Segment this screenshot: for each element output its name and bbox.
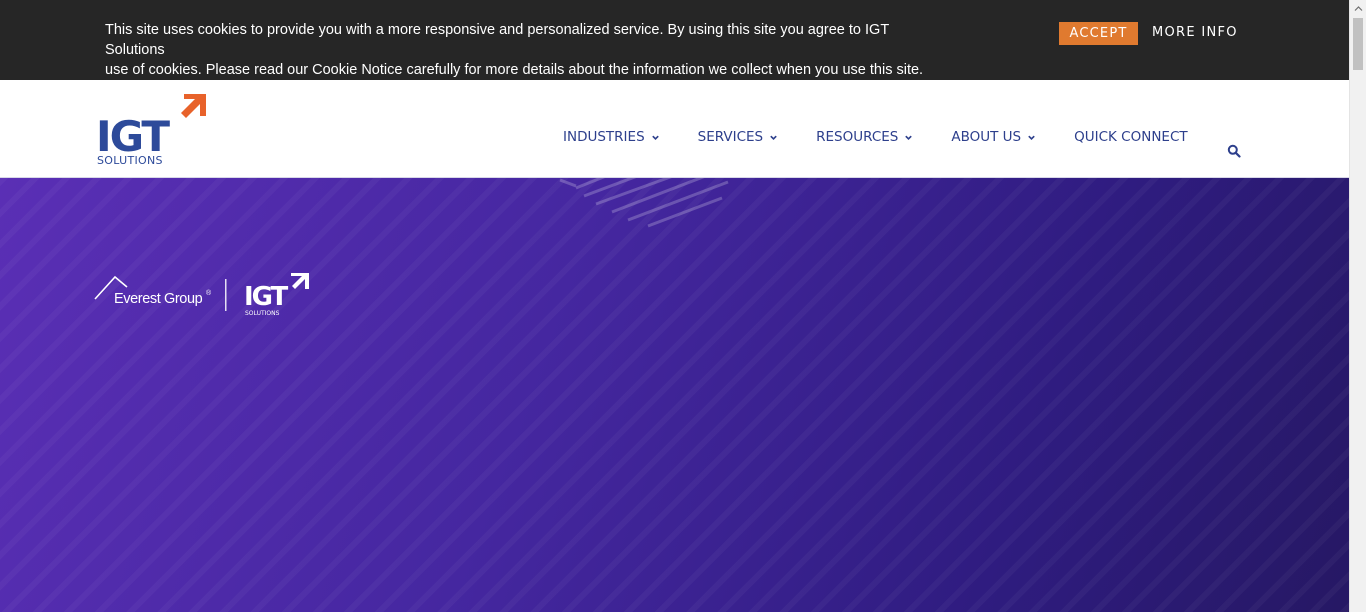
nav-item-label: QUICK CONNECT (1074, 129, 1188, 145)
chevron-down-icon (651, 135, 659, 140)
nav-item-label: ABOUT US (951, 129, 1022, 145)
chevron-down-icon (905, 135, 913, 140)
accept-cookies-button[interactable]: ACCEPT (1059, 22, 1138, 45)
cookie-text-line1: This site uses cookies to provide you wi… (105, 22, 889, 58)
search-icon[interactable] (1227, 144, 1241, 158)
chevron-down-icon (770, 135, 777, 140)
nav-item-resources[interactable]: RESOURCES (816, 129, 913, 145)
igt-partner-logo-text: IGT (244, 282, 289, 312)
partner-logos: Everest Group ® IGT SOLUTIONS (93, 269, 313, 317)
nav-item-label: SERVICES (697, 129, 764, 145)
logo-subtext: SOLUTIONS (97, 154, 163, 167)
scrollbar-thumb[interactable] (1353, 18, 1363, 70)
main-navigation: INDUSTRIES SERVICES RESOURCES ABOUT US Q… (563, 129, 1188, 145)
hero-banner: Everest Group ® IGT SOLUTIONS (0, 178, 1349, 612)
cookie-notice-text: This site uses cookies to provide you wi… (105, 20, 945, 80)
nav-item-industries[interactable]: INDUSTRIES (563, 129, 660, 145)
svg-text:®: ® (206, 289, 212, 297)
site-header: IGT SOLUTIONS INDUSTRIES SERVICES RESOUR… (0, 80, 1349, 178)
everest-group-logo-text: Everest Group (114, 291, 203, 307)
nav-item-label: INDUSTRIES (563, 129, 645, 145)
igt-partner-logo-subtext: SOLUTIONS (245, 310, 280, 317)
scroll-up-arrow-icon[interactable] (1354, 4, 1363, 13)
cookie-text-line2: use of cookies. Please read our Cookie N… (105, 62, 924, 78)
cookie-banner: This site uses cookies to provide you wi… (0, 0, 1349, 80)
nav-item-services[interactable]: SERVICES (698, 129, 778, 145)
chevron-down-icon (1028, 135, 1035, 140)
nav-item-label: RESOURCES (816, 129, 899, 145)
igt-solutions-logo[interactable]: IGT SOLUTIONS (96, 92, 208, 168)
page-scrollbar[interactable] (1349, 0, 1366, 612)
more-info-link[interactable]: MORE INFO (1152, 25, 1238, 40)
nav-item-about-us[interactable]: ABOUT US (951, 129, 1036, 145)
nav-item-quick-connect[interactable]: QUICK CONNECT (1074, 129, 1188, 145)
hero-stripe-pattern (0, 178, 1349, 612)
hero-decorative-shape (559, 178, 729, 228)
